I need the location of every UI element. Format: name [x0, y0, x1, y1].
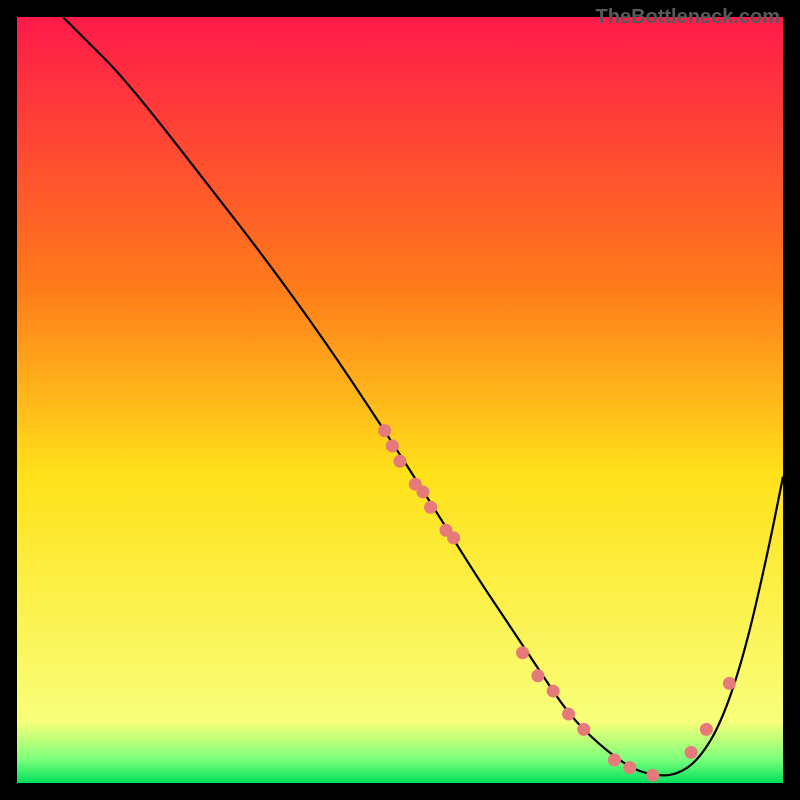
highlight-dot	[547, 685, 560, 698]
chart-background	[17, 17, 783, 783]
highlight-dot	[386, 439, 399, 452]
highlight-dot	[685, 746, 698, 759]
highlight-dot	[516, 646, 529, 659]
highlight-dot	[531, 669, 544, 682]
highlight-dot	[608, 754, 621, 767]
highlight-dot	[447, 531, 460, 544]
highlight-dot	[723, 677, 736, 690]
highlight-dot	[577, 723, 590, 736]
highlight-dot	[623, 761, 636, 774]
watermark-text: TheBottleneck.com	[596, 6, 780, 29]
highlight-dot	[378, 424, 391, 437]
chart-canvas	[17, 17, 783, 783]
highlight-dot	[394, 455, 407, 468]
highlight-dot	[646, 769, 659, 782]
highlight-dot	[416, 485, 429, 498]
highlight-dot	[562, 708, 575, 721]
chart-svg	[17, 17, 783, 783]
highlight-dot	[700, 723, 713, 736]
highlight-dot	[424, 501, 437, 514]
